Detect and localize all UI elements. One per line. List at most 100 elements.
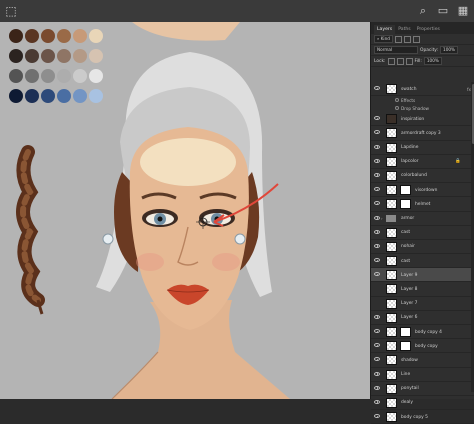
eye-icon[interactable] [374,314,380,319]
layer-row[interactable]: dealy [371,396,474,411]
eye-icon[interactable] [374,187,380,192]
layer-mask-thumbnail[interactable] [400,185,411,196]
eye-icon[interactable] [374,144,380,149]
layer-effect-row[interactable]: Drop Shadow [371,104,474,112]
layer-row[interactable]: body copy 4 [371,325,474,340]
layer-row[interactable]: inspiration [371,112,474,127]
swatch-color[interactable] [73,89,87,103]
layer-thumbnail [386,383,397,394]
swatch-color[interactable] [9,89,23,103]
swatch-color[interactable] [73,29,87,43]
layer-row[interactable]: body copy 5 [371,410,474,424]
layer-mask-thumbnail[interactable] [400,341,411,352]
swatch-color[interactable] [89,29,103,43]
fx-icon[interactable] [395,98,399,103]
opacity-input[interactable]: 100% [440,46,459,54]
layer-row[interactable]: Layer 8 [371,282,474,297]
swatch-color[interactable] [25,29,39,43]
layer-row[interactable]: Layer 6 [371,311,474,325]
layer-row[interactable]: Lapdine [371,141,474,155]
layer-row[interactable]: lapcolor 🔒 [371,155,474,169]
layer-name: body copy [415,343,438,349]
adjust-filter-icon[interactable] [403,35,411,43]
eye-icon[interactable] [374,385,380,390]
eye-icon[interactable] [374,215,380,220]
layer-name: nohair [401,244,415,250]
layer-row[interactable]: colorbalund [371,169,474,184]
layer-row[interactable]: Layer 9 [371,268,474,283]
swatch-color[interactable] [9,29,23,43]
lock-all-icon[interactable] [405,57,413,65]
eye-icon[interactable] [374,116,380,121]
swatch-color[interactable] [73,69,87,83]
eye-icon[interactable] [374,258,380,263]
eye-icon[interactable] [374,158,380,163]
eye-icon[interactable] [374,172,380,177]
layer-row[interactable]: › armor [371,212,474,226]
eye-icon[interactable] [374,414,380,419]
layer-row[interactable]: nohair [371,240,474,255]
layer-row[interactable]: visordown [371,183,474,198]
layer-row[interactable]: swatch fx [371,82,474,97]
swatch-color[interactable] [41,69,55,83]
eye-icon[interactable] [374,329,380,333]
layer-row[interactable]: armordraft copy 3 [371,126,474,141]
swatch-color[interactable] [57,69,71,83]
swatch-color[interactable] [41,49,55,63]
swatch-color[interactable] [73,49,87,63]
pixel-filter-icon[interactable] [394,35,402,43]
layer-effect-row[interactable]: Effects [371,96,474,104]
swatch-color[interactable] [25,69,39,83]
tab-paths[interactable]: Paths [395,25,414,34]
eye-icon[interactable] [374,371,380,376]
blend-mode-select[interactable]: Normal [374,46,418,54]
swatch-color[interactable] [25,89,39,103]
eye-icon[interactable] [374,130,380,135]
layer-row[interactable]: cast [371,254,474,269]
swatch-color[interactable] [57,29,71,43]
swatch-color[interactable] [89,89,103,103]
layer-row[interactable]: shadow [371,353,474,368]
layer-mask-thumbnail[interactable] [400,327,411,337]
layer-row[interactable]: body copy [371,339,474,354]
eye-icon[interactable] [374,86,380,90]
layer-row[interactable]: ponytail [371,382,474,396]
marquee-tool-icon[interactable]: ⬚ [4,4,18,18]
document-canvas[interactable] [0,22,370,399]
swatch-color[interactable] [89,69,103,83]
layer-name: helmet [415,201,431,207]
layer-row[interactable]: Line [371,368,474,382]
swatch-color[interactable] [57,89,71,103]
layout-icon[interactable]: ▭ [436,4,450,18]
swatch-color[interactable] [57,49,71,63]
swatch-color[interactable] [9,49,23,63]
layer-row[interactable]: helmet [371,197,474,212]
eye-icon[interactable] [374,343,380,348]
tab-properties[interactable]: Properties [414,25,443,34]
layer-mask-thumbnail[interactable] [400,199,411,210]
layer-row[interactable]: cast [371,226,474,240]
swatch-color[interactable] [41,89,55,103]
tab-layers[interactable]: Layers [374,25,396,34]
eye-icon[interactable] [374,272,380,277]
search-icon[interactable]: ⌕ [416,4,430,18]
kind-filter[interactable]: ⌕ Kind [374,35,393,43]
swatch-color[interactable] [89,49,103,63]
expand-arrow-icon[interactable]: › [381,216,383,221]
layer-name: armor [401,216,415,221]
eye-icon[interactable] [374,357,380,362]
swatch-color[interactable] [41,29,55,43]
lock-pixels-icon[interactable] [387,57,395,65]
fill-input[interactable]: 100% [423,57,442,65]
layer-row[interactable]: Layer 7 [371,297,474,311]
eye-icon[interactable] [374,399,380,404]
lock-position-icon[interactable] [396,57,404,65]
eye-icon[interactable] [374,243,380,248]
layers-toggle-icon[interactable]: ▦ [456,4,470,18]
eye-icon[interactable] [374,201,380,206]
eye-icon[interactable] [395,106,399,111]
swatch-color[interactable] [9,69,23,83]
type-filter-icon[interactable] [412,35,420,43]
eye-icon[interactable] [374,229,380,234]
swatch-color[interactable] [25,49,39,63]
